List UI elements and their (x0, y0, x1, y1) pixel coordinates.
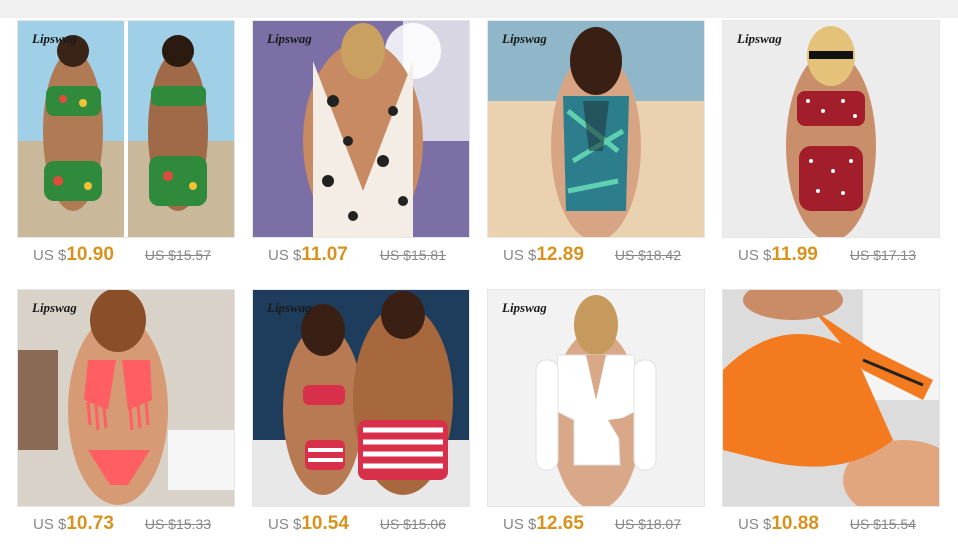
price-amount: 10.90 (66, 244, 114, 265)
price-currency: US $ (503, 247, 537, 264)
product-photo (488, 21, 704, 237)
current-price[interactable]: US $10.73 (33, 513, 114, 535)
product-card[interactable]: US $10.88 US $15.54 (722, 289, 940, 534)
current-price[interactable]: US $11.99 (738, 244, 818, 266)
product-photo (723, 21, 939, 237)
brand-watermark: Lipswag (267, 300, 312, 315)
original-price: US $15.57 (144, 247, 211, 263)
product-photo (253, 21, 469, 237)
product-card[interactable]: Lipswag US $10.73 US $15.33 (17, 289, 235, 534)
product-image-floral-bikini[interactable]: Lipswag (17, 20, 235, 238)
price-currency: US $ (33, 516, 67, 533)
top-bar (0, 0, 958, 18)
price-currency: US $ (33, 247, 67, 264)
original-price: US $18.07 (614, 516, 681, 532)
price-amount: 11.99 (771, 244, 818, 265)
brand-watermark: Lipswag (267, 31, 312, 46)
product-image-orange-swimsuit[interactable] (722, 289, 940, 507)
price-row: US $12.65 US $18.07 (487, 513, 705, 543)
product-photo (253, 290, 469, 506)
original-price: US $15.33 (144, 516, 211, 532)
product-image-tropical-swimsuit[interactable]: Lipswag (487, 20, 705, 238)
price-amount: 11.07 (301, 244, 348, 265)
original-price: US $15.06 (379, 516, 446, 532)
original-price: US $15.54 (849, 516, 916, 532)
original-price: US $17.13 (849, 247, 916, 263)
product-card[interactable]: Lipswag US $12.65 US $18.07 (487, 289, 705, 534)
price-row: US $10.88 US $15.54 (722, 513, 940, 543)
brand-watermark: Lipswag (502, 31, 547, 46)
price-row: US $10.73 US $15.33 (17, 513, 235, 543)
original-price: US $15.81 (379, 247, 446, 263)
price-currency: US $ (738, 516, 772, 533)
brand-watermark: Lipswag (737, 31, 782, 46)
product-image-coral-fringe-bikini[interactable]: Lipswag (17, 289, 235, 507)
price-amount: 10.54 (301, 513, 349, 534)
current-price[interactable]: US $12.65 (503, 513, 584, 535)
current-price[interactable]: US $12.89 (503, 244, 584, 266)
price-currency: US $ (738, 247, 772, 264)
price-currency: US $ (268, 516, 302, 533)
product-card[interactable]: Lipswag US $10.90 US $15.57 (17, 20, 235, 265)
brand-watermark: Lipswag (32, 31, 77, 46)
product-image-white-longsleeve-swimsuit[interactable]: Lipswag (487, 289, 705, 507)
brand-watermark: Lipswag (32, 300, 77, 315)
product-image-polka-dot-swimsuit[interactable]: Lipswag (722, 20, 940, 238)
current-price[interactable]: US $10.90 (33, 244, 114, 266)
product-card[interactable]: Lipswag US $11.07 US $15.81 (252, 20, 470, 265)
product-photo (18, 21, 234, 237)
product-image-couple-swimwear[interactable]: Lipswag (252, 289, 470, 507)
price-row: US $12.89 US $18.42 (487, 244, 705, 274)
price-row: US $10.90 US $15.57 (17, 244, 235, 274)
current-price[interactable]: US $10.88 (738, 513, 819, 535)
price-amount: 10.88 (771, 513, 819, 534)
product-card[interactable]: Lipswag US $12.89 US $18.42 (487, 20, 705, 265)
current-price[interactable]: US $11.07 (268, 244, 348, 266)
price-amount: 12.89 (536, 244, 584, 265)
original-price: US $18.42 (614, 247, 681, 263)
price-currency: US $ (503, 516, 537, 533)
product-card[interactable]: Lipswag US $10.54 US $15.06 (252, 289, 470, 534)
price-row: US $11.07 US $15.81 (252, 244, 470, 274)
price-currency: US $ (268, 247, 302, 264)
brand-watermark: Lipswag (502, 300, 547, 315)
price-row: US $11.99 US $17.13 (722, 244, 940, 274)
product-image-leopard-swimsuit[interactable]: Lipswag (252, 20, 470, 238)
product-photo (723, 290, 939, 506)
current-price[interactable]: US $10.54 (268, 513, 349, 535)
price-row: US $10.54 US $15.06 (252, 513, 470, 543)
price-amount: 12.65 (536, 513, 584, 534)
product-photo (18, 290, 234, 506)
product-card[interactable]: Lipswag US $11.99 US $17.13 (722, 20, 940, 265)
price-amount: 10.73 (66, 513, 114, 534)
product-photo (488, 290, 704, 506)
